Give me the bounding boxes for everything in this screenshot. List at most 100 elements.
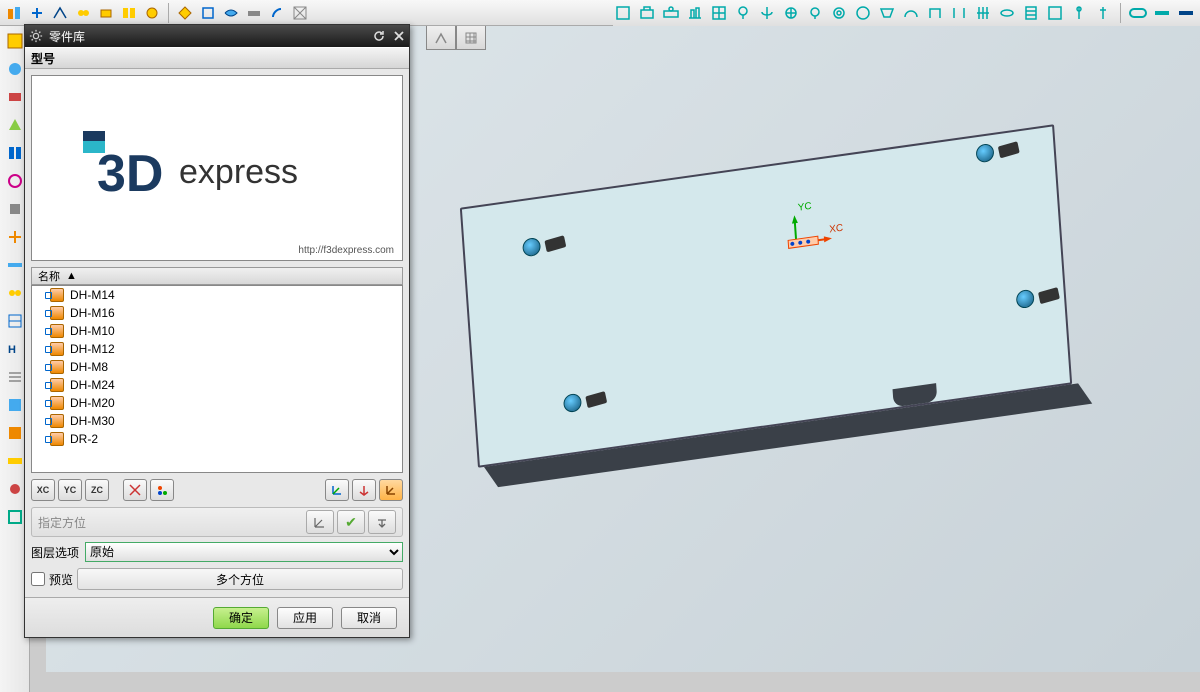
tool-icon-2[interactable]: [27, 3, 47, 23]
feat-icon-18[interactable]: [1021, 3, 1041, 23]
yc-button[interactable]: YC: [58, 479, 82, 501]
parts-list[interactable]: DH-M14DH-M16DH-M10DH-M12DH-M8DH-M24DH-M2…: [31, 285, 403, 473]
part-icon: [50, 288, 64, 302]
part-icon: [50, 396, 64, 410]
list-item[interactable]: DH-M20: [32, 394, 402, 412]
tool-icon-6[interactable]: [119, 3, 139, 23]
feat-icon-22[interactable]: [1128, 3, 1148, 23]
tool-icon-10[interactable]: [221, 3, 241, 23]
feat-icon-13[interactable]: [901, 3, 921, 23]
gear-icon[interactable]: [27, 27, 45, 45]
csys-tool-3[interactable]: [379, 479, 403, 501]
tool-icon-3[interactable]: [50, 3, 70, 23]
section-model-header[interactable]: 型号: [25, 47, 409, 69]
zc-button[interactable]: ZC: [85, 479, 109, 501]
feat-icon-12[interactable]: [877, 3, 897, 23]
view-cursor-icon: [946, 644, 970, 668]
list-header[interactable]: 名称 ▲: [31, 267, 403, 285]
ls-icon-10[interactable]: [4, 282, 26, 304]
ls-icon-16[interactable]: [4, 450, 26, 472]
ls-icon-9[interactable]: [4, 254, 26, 276]
tool-icon-13[interactable]: [290, 3, 310, 23]
part-icon: [50, 414, 64, 428]
view-tab-1[interactable]: [426, 26, 456, 50]
tool-icon-1[interactable]: [4, 3, 24, 23]
list-item[interactable]: DH-M14: [32, 286, 402, 304]
list-item[interactable]: DH-M12: [32, 340, 402, 358]
feat-icon-16[interactable]: [973, 3, 993, 23]
list-item[interactable]: DH-M24: [32, 376, 402, 394]
ls-icon-7[interactable]: [4, 198, 26, 220]
feat-icon-19[interactable]: [1045, 3, 1065, 23]
feat-icon-23[interactable]: [1152, 3, 1172, 23]
apply-button[interactable]: 应用: [277, 607, 333, 629]
ls-icon-2[interactable]: [4, 58, 26, 80]
ls-icon-6[interactable]: [4, 170, 26, 192]
axis-tool-1[interactable]: [123, 479, 147, 501]
tool-icon-8[interactable]: [175, 3, 195, 23]
feat-icon-5[interactable]: [709, 3, 729, 23]
feat-icon-2[interactable]: [637, 3, 657, 23]
feat-icon-20[interactable]: [1069, 3, 1089, 23]
feat-icon-10[interactable]: [829, 3, 849, 23]
logo-sub: express: [179, 153, 298, 191]
orient-csys-button[interactable]: [306, 510, 334, 534]
feat-icon-24[interactable]: [1176, 3, 1196, 23]
section-model-label: 型号: [31, 50, 55, 67]
feat-icon-11[interactable]: [853, 3, 873, 23]
layer-select[interactable]: 原始: [85, 542, 403, 562]
ls-icon-15[interactable]: [4, 422, 26, 444]
multi-orientation-button[interactable]: 多个方位: [77, 568, 403, 590]
feat-icon-17[interactable]: [997, 3, 1017, 23]
feat-icon-14[interactable]: [925, 3, 945, 23]
ok-button[interactable]: 确定: [213, 607, 269, 629]
axis-tool-2[interactable]: [150, 479, 174, 501]
feat-icon-3[interactable]: [661, 3, 681, 23]
ls-icon-4[interactable]: [4, 114, 26, 136]
ls-icon-11[interactable]: [4, 310, 26, 332]
preview-checkbox[interactable]: [31, 572, 45, 586]
ls-icon-17[interactable]: [4, 478, 26, 500]
feat-icon-1[interactable]: [613, 3, 633, 23]
list-item[interactable]: DH-M8: [32, 358, 402, 376]
feat-icon-8[interactable]: [781, 3, 801, 23]
list-item[interactable]: DH-M30: [32, 412, 402, 430]
list-item[interactable]: DH-M10: [32, 322, 402, 340]
view-tab-2[interactable]: [456, 26, 486, 50]
dialog-reset-icon[interactable]: [369, 27, 389, 45]
tool-icon-7[interactable]: [142, 3, 162, 23]
ls-icon-3[interactable]: [4, 86, 26, 108]
ls-icon-1[interactable]: [4, 30, 26, 52]
ls-icon-5[interactable]: [4, 142, 26, 164]
tool-icon-9[interactable]: [198, 3, 218, 23]
dialog-titlebar[interactable]: 零件库: [25, 25, 409, 47]
feat-icon-15[interactable]: [949, 3, 969, 23]
list-item[interactable]: DR-2: [32, 430, 402, 448]
ls-icon-8[interactable]: [4, 226, 26, 248]
list-item[interactable]: DH-M16: [32, 304, 402, 322]
orient-accept-button[interactable]: ✔: [337, 510, 365, 534]
tool-icon-5[interactable]: [96, 3, 116, 23]
tool-icon-11[interactable]: [244, 3, 264, 23]
ls-icon-14[interactable]: [4, 394, 26, 416]
tool-icon-4[interactable]: [73, 3, 93, 23]
ls-icon-18[interactable]: [4, 506, 26, 528]
csys-tool-2[interactable]: [352, 479, 376, 501]
xc-button[interactable]: XC: [31, 479, 55, 501]
dialog-close-icon[interactable]: [389, 27, 409, 45]
orient-down-button[interactable]: [368, 510, 396, 534]
feat-icon-6[interactable]: [733, 3, 753, 23]
model-plate[interactable]: YC XC: [460, 124, 1072, 468]
ls-icon-13[interactable]: [4, 366, 26, 388]
feat-icon-7[interactable]: [757, 3, 777, 23]
logo-url: http://f3dexpress.com: [298, 245, 394, 256]
csys-tool-1[interactable]: [325, 479, 349, 501]
preview-label: 预览: [49, 571, 73, 588]
feat-icon-21[interactable]: [1093, 3, 1113, 23]
logo-preview: 3D express http://f3dexpress.com: [31, 75, 403, 261]
feat-icon-9[interactable]: [805, 3, 825, 23]
tool-icon-12[interactable]: [267, 3, 287, 23]
cancel-button[interactable]: 取消: [341, 607, 397, 629]
feat-icon-4[interactable]: [685, 3, 705, 23]
ls-icon-12[interactable]: H: [4, 338, 26, 360]
